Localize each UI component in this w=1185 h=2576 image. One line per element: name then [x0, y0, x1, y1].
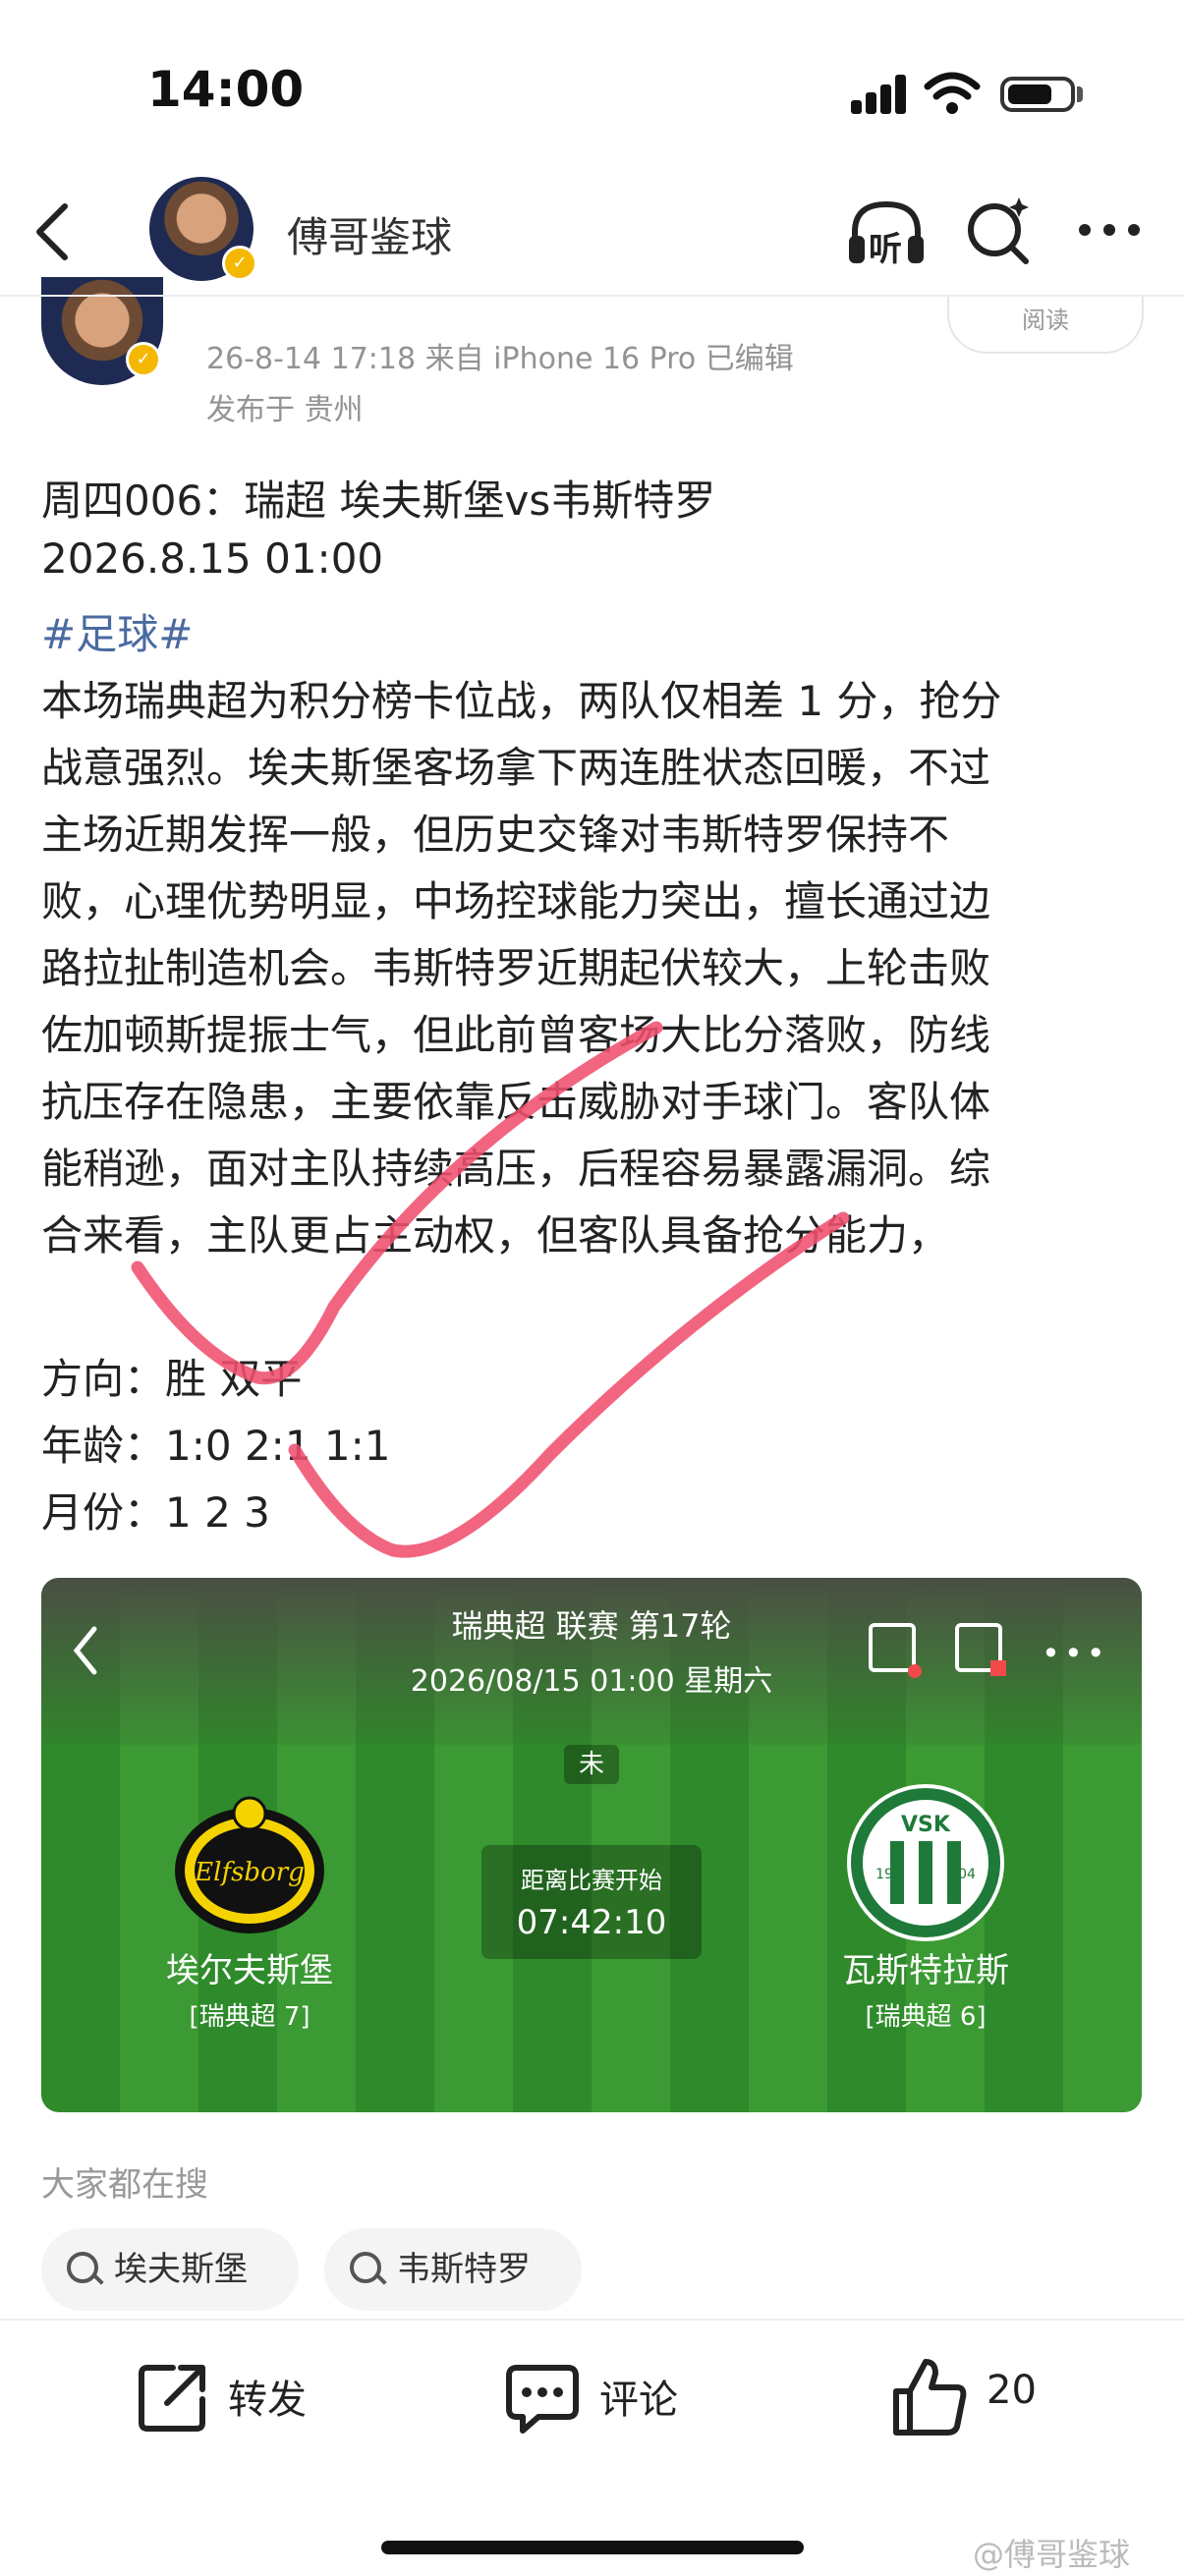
card-more-icon[interactable]: •••	[1042, 1635, 1109, 1672]
body-line: 佐加顿斯提振士气，但此前曾客场大比分落败，防线	[41, 1011, 991, 1059]
home-team-logo: Elfsborg	[175, 1796, 324, 1933]
pick-score: 年龄：1:0 2:1 1:1	[41, 1422, 391, 1470]
body-line: 战意强烈。埃夫斯堡客场拿下两连胜状态回暖，不过	[41, 744, 991, 792]
header-username[interactable]: 傅哥鉴球	[287, 204, 452, 264]
body-line: 败，心理优势明显，中场控球能力突出，擅长通过边	[41, 877, 991, 925]
post-avatar[interactable]: ✓	[41, 277, 163, 385]
read-label: 阅读	[1022, 307, 1069, 334]
svg-text:04: 04	[958, 1867, 976, 1882]
repost-label[interactable]: 转发	[228, 2368, 307, 2425]
away-team-name[interactable]: 瓦斯特拉斯	[778, 1943, 1073, 1991]
svg-text:Elfsborg: Elfsborg	[194, 1858, 305, 1887]
status-time: 14:00	[147, 61, 305, 118]
repost-icon	[139, 2365, 205, 2432]
pip-icon[interactable]	[955, 1623, 1006, 1676]
search-icon[interactable]	[965, 195, 1034, 267]
countdown-label: 距离比赛开始	[521, 1867, 662, 1894]
countdown-box: 距离比赛开始 07:42:10	[481, 1845, 702, 1959]
signal-icon	[851, 75, 908, 114]
match-status: 未	[564, 1745, 619, 1784]
verified-icon: ✓	[222, 246, 257, 281]
home-team-rank: [瑞典超 7]	[189, 2002, 310, 2032]
watermark: @傅哥鉴球	[973, 2536, 1131, 2573]
post-title-line: 周四006：瑞超 埃夫斯堡vs韦斯特罗	[41, 476, 716, 525]
away-team-logo: VSK 19 04	[847, 1784, 1004, 1941]
thumbs-up-icon	[893, 2359, 967, 2436]
home-team-name[interactable]: 埃尔夫斯堡	[102, 1943, 397, 1991]
trending-chip[interactable]: 埃夫斯堡	[41, 2228, 299, 2311]
svg-text:VSK: VSK	[901, 1813, 951, 1837]
verified-icon: ✓	[126, 342, 161, 377]
comment-label[interactable]: 评论	[599, 2368, 678, 2425]
body-line: 本场瑞典超为积分榜卡位战，两队仅相差 1 分，抢分	[41, 677, 1002, 725]
trending-chip[interactable]: 韦斯特罗	[324, 2228, 582, 2311]
trending-chip-label: 埃夫斯堡	[114, 2250, 248, 2289]
header-avatar[interactable]: ✓	[149, 177, 257, 281]
home-indicator[interactable]	[381, 2541, 804, 2554]
like-button[interactable]	[890, 2356, 1067, 2438]
pick-goals: 月份：1 2 3	[41, 1488, 270, 1537]
match-card[interactable]: 瑞典超 联赛 第17轮 2026/08/15 01:00 星期六 ••• 未 E…	[41, 1578, 1142, 2112]
more-icon[interactable]	[1077, 220, 1142, 240]
body-line: 抗压存在隐患，主要依靠反击威胁对手球门。客队体	[41, 1078, 991, 1126]
search-icon	[67, 2252, 98, 2283]
post-location: 发布于 贵州	[206, 393, 364, 427]
like-count: 20	[987, 2368, 1037, 2413]
trending-chip-label: 韦斯特罗	[397, 2250, 531, 2289]
body-line: 合来看，主队更占主动权，但客队具备抢分能力，	[41, 1211, 950, 1260]
countdown-time: 07:42:10	[516, 1903, 667, 1942]
listen-button[interactable]: 听	[845, 196, 928, 269]
read-count-badge: 阅读	[947, 297, 1144, 354]
svg-text:19: 19	[875, 1867, 893, 1882]
body-line: 能稍逊，面对主队持续高压，后程容易暴露漏洞。综	[41, 1145, 991, 1193]
wifi-icon	[924, 72, 981, 114]
battery-icon	[1000, 77, 1075, 112]
body-line: 主场近期发挥一般，但历史交锋对韦斯特罗保持不	[41, 811, 950, 859]
cast-icon[interactable]	[869, 1623, 922, 1678]
listen-label: 听	[869, 230, 902, 269]
comment-icon	[506, 2365, 579, 2434]
search-icon	[350, 2252, 381, 2283]
hashtag-link[interactable]: #足球#	[41, 601, 193, 661]
body-line: 路拉扯制造机会。韦斯特罗近期起伏较大，上轮击败	[41, 944, 991, 992]
away-team-rank: [瑞典超 6]	[865, 2002, 987, 2032]
battery-tip	[1077, 86, 1083, 102]
trending-heading: 大家都在搜	[41, 2165, 208, 2205]
toolbar-divider	[0, 2319, 1185, 2321]
post-meta: 26-8-14 17:18 来自 iPhone 16 Pro 已编辑	[206, 342, 794, 376]
back-icon[interactable]	[29, 200, 73, 263]
pick-direction: 方向：胜 双平	[41, 1355, 303, 1403]
post-datetime-line: 2026.8.15 01:00	[41, 534, 384, 583]
